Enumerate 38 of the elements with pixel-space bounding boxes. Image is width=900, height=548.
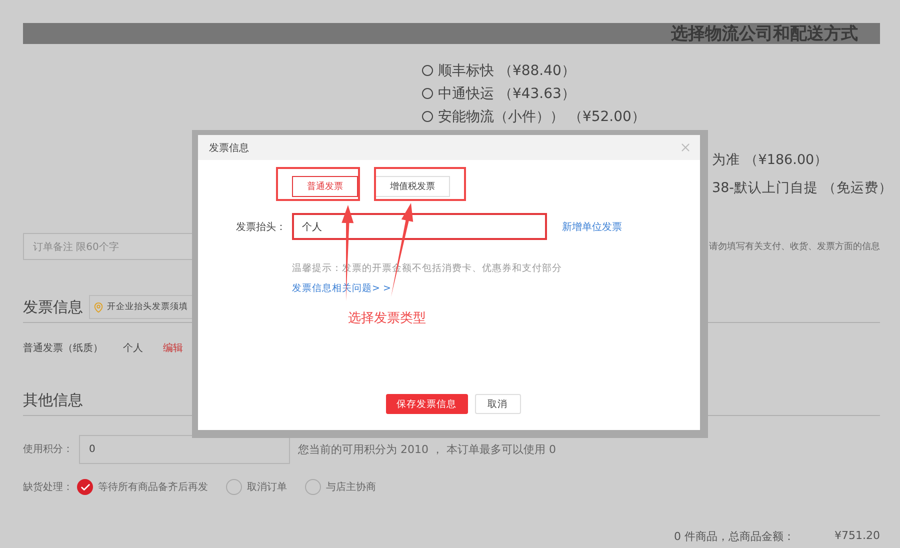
radio-button[interactable] [77,479,93,495]
invoice-header-field[interactable]: 个人 [292,213,547,240]
pin-icon [93,302,104,312]
dialog-title: 发票信息 [209,142,249,154]
save-button[interactable]: 保存发票信息 [386,394,468,414]
section-title: 发票信息 [23,298,83,316]
radio-label: 与店主协商 [326,480,376,494]
points-hint: 您当前的可用积分为 2010 ， 本订单最多可以使用 0 [298,442,556,456]
section-title: 其他信息 [23,390,83,410]
radio-label: 等待所有商品备齐后再发 [98,480,208,494]
radio-label: 取消订单 [247,480,287,494]
radio-button[interactable] [422,65,433,76]
field-label: 发票抬头： [235,220,287,234]
shipping-option: 顺丰标快 （¥88.40） [438,62,576,80]
shipping-option: 安能物流（小件）） （¥52.00） [438,108,646,126]
radio-button[interactable] [422,88,433,99]
radio-button[interactable] [226,479,242,495]
order-note-field[interactable]: 订单备注 限60个字 [23,233,195,260]
radio-button[interactable] [422,111,433,122]
item-count: 0 件商品，总商品金额： [674,529,794,544]
delivery-option-text: 为准 （¥186.00） [712,151,828,170]
total-amount: ¥751.20 [834,529,880,544]
check-icon [80,482,90,492]
annotation-text: 选择发票类型 [348,310,426,327]
stockout-label: 缺货处理： [23,480,73,494]
invoice-tab[interactable]: 普通发票 [292,176,358,197]
edit-link[interactable]: 编辑 [163,341,183,355]
add-company-link[interactable]: 新增单位发票 [562,220,622,234]
invoice-tab[interactable]: 增值税发票 [375,176,450,197]
section-title: 选择物流公司和配送方式 [671,23,858,45]
delivery-option-text: 38-默认上门自提 （免运费） [712,179,892,198]
radio-button[interactable] [305,479,321,495]
shipping-option: 中通快运 （¥43.63） [438,84,576,102]
invoice-header: 个人 [123,342,143,355]
points-label: 使用积分： [23,443,73,456]
cancel-button[interactable]: 取消 [474,394,520,414]
note-hint: 请勿填写有关支付、收货、发票方面的信息 [709,240,880,253]
invoice-type: 普通发票（纸质） [23,342,103,355]
